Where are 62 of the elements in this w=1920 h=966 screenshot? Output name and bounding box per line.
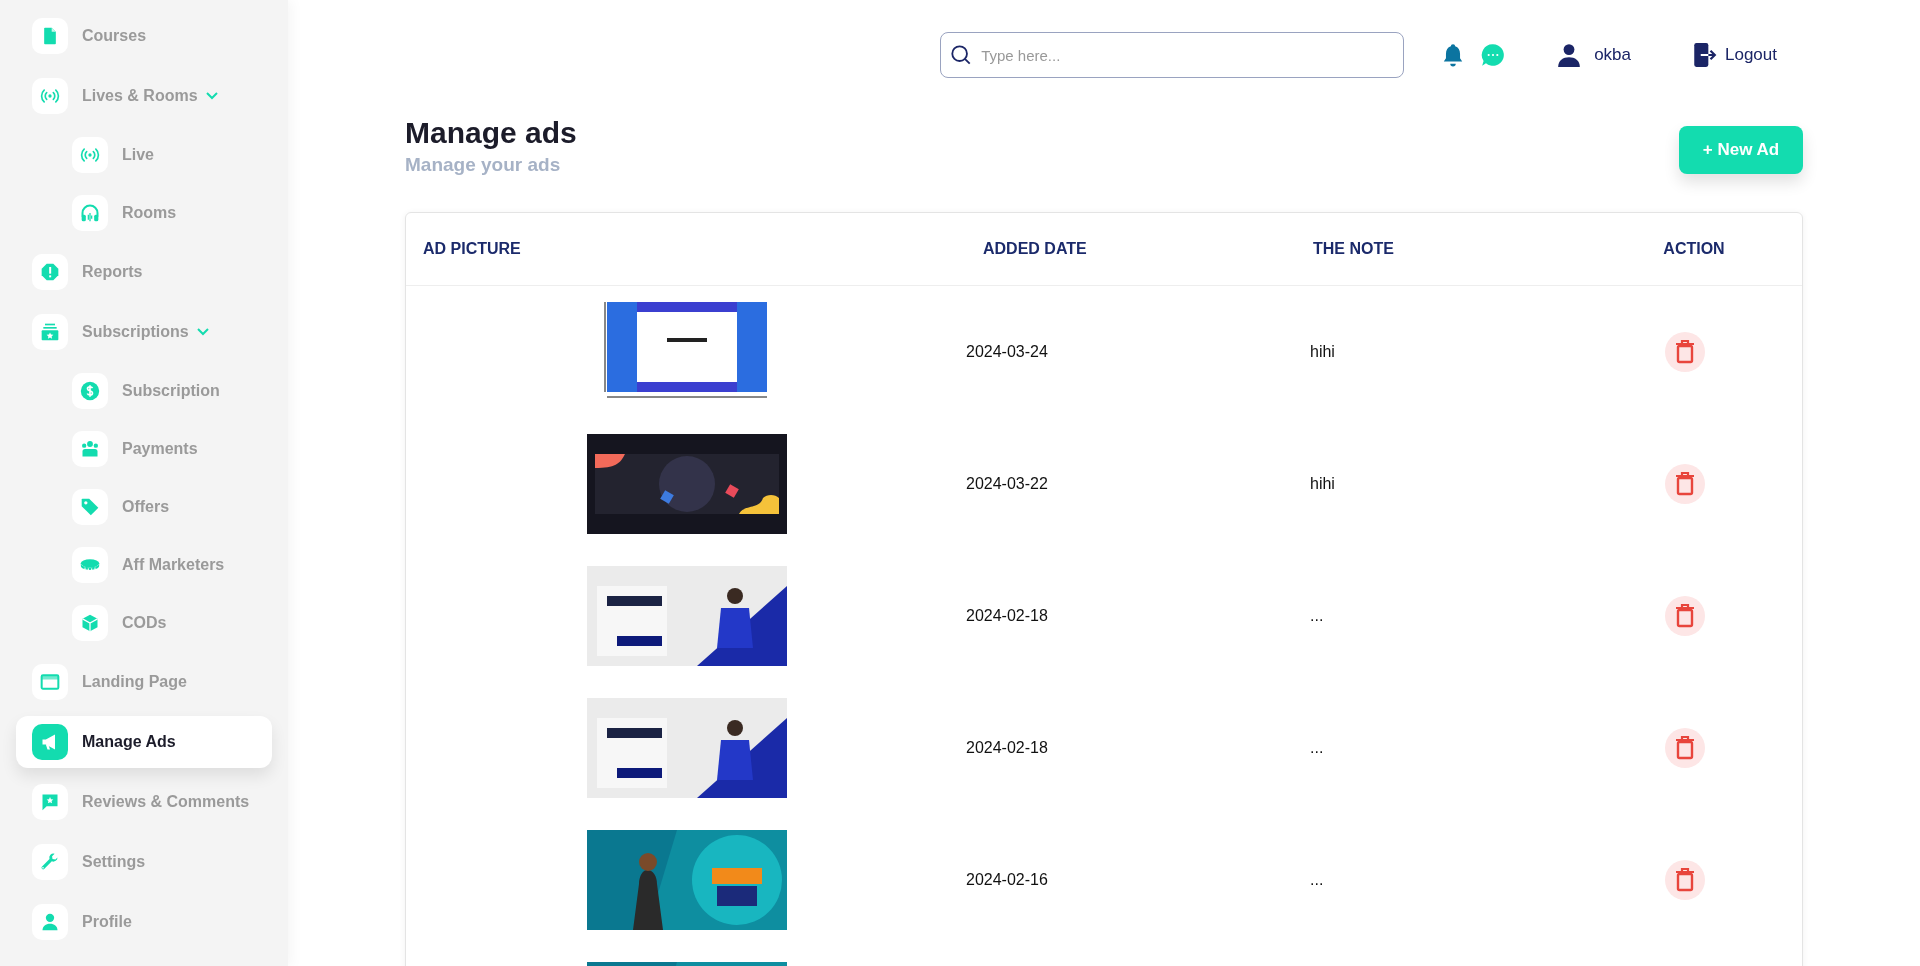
delete-button[interactable]: [1665, 728, 1705, 768]
date-cell: 2024-02-18: [966, 607, 1048, 625]
sidebar-item[interactable]: Subscriptions: [16, 306, 272, 358]
sidebar-item[interactable]: Offers: [16, 482, 272, 532]
note-cell: ...: [1310, 607, 1324, 625]
new-ad-button[interactable]: + New Ad: [1679, 126, 1803, 174]
user-icon: [40, 912, 60, 932]
delete-button[interactable]: [1665, 596, 1705, 636]
column-header: AD PICTURE: [422, 239, 522, 259]
delete-button[interactable]: [1665, 332, 1705, 372]
note-cell: hihi: [1310, 475, 1335, 493]
alert-icon: [40, 262, 60, 282]
trash-icon: [1674, 868, 1696, 892]
sidebar-item[interactable]: Settings: [16, 836, 272, 888]
subscription-box-icon: [40, 322, 60, 342]
sidebar-item[interactable]: Manage Ads: [16, 716, 272, 768]
wrench-icon: [40, 852, 60, 872]
delete-button[interactable]: [1665, 464, 1705, 504]
group-icon: [80, 439, 100, 459]
trash-icon: [1674, 340, 1696, 364]
tag-icon: [80, 497, 100, 517]
trash-icon: [1674, 736, 1696, 760]
date-cell: 2024-02-16: [966, 871, 1048, 889]
search-field[interactable]: Type here...: [940, 32, 1405, 78]
user-name: okba: [1594, 45, 1631, 65]
sidebar-item[interactable]: Aff Marketers: [16, 540, 272, 590]
sidebar-item[interactable]: Lives & Rooms: [16, 70, 272, 122]
sidebar-item[interactable]: Payments: [16, 424, 272, 474]
headphones-icon: [80, 203, 100, 223]
window-icon: [40, 672, 60, 692]
sidebar-item[interactable]: Courses: [16, 10, 272, 62]
note-cell: hihi: [1310, 343, 1335, 361]
review-icon: [40, 792, 60, 812]
date-cell: 2024-03-22: [966, 475, 1048, 493]
sidebar-item[interactable]: Reports: [16, 246, 272, 298]
sidebar-item[interactable]: Profile: [16, 896, 272, 948]
logout-button[interactable]: Logout: [1691, 42, 1777, 68]
cube-icon: [80, 613, 100, 633]
sidebar-item[interactable]: CODs: [16, 598, 272, 648]
search-icon: [950, 44, 973, 66]
sidebar-item[interactable]: Subscription: [16, 366, 272, 416]
page-title: Manage ads: [405, 116, 577, 150]
trash-icon: [1674, 604, 1696, 628]
broadcast-icon: [40, 86, 60, 106]
column-header: THE NOTE: [1312, 239, 1395, 259]
sidebar-item[interactable]: Landing Page: [16, 656, 272, 708]
dollar-icon: [80, 381, 100, 401]
trash-icon: [1674, 472, 1696, 496]
column-header: ACTION: [1662, 239, 1726, 259]
page-subtitle: Manage your ads: [405, 154, 562, 176]
column-header: ADDED DATE: [982, 239, 1088, 259]
note-cell: ...: [1310, 739, 1324, 757]
note-cell: ...: [1310, 871, 1324, 889]
logout-icon: [1691, 42, 1717, 68]
date-cell: 2024-02-18: [966, 739, 1048, 757]
sidebar-item[interactable]: Reviews & Comments: [16, 776, 272, 828]
sidebar-item[interactable]: Live: [16, 130, 272, 180]
sidebar-item[interactable]: Rooms: [16, 188, 272, 238]
date-cell: 2024-03-24: [966, 343, 1048, 361]
delete-button[interactable]: [1665, 860, 1705, 900]
broadcast-icon: [80, 145, 100, 165]
user-icon[interactable]: [1556, 42, 1583, 68]
